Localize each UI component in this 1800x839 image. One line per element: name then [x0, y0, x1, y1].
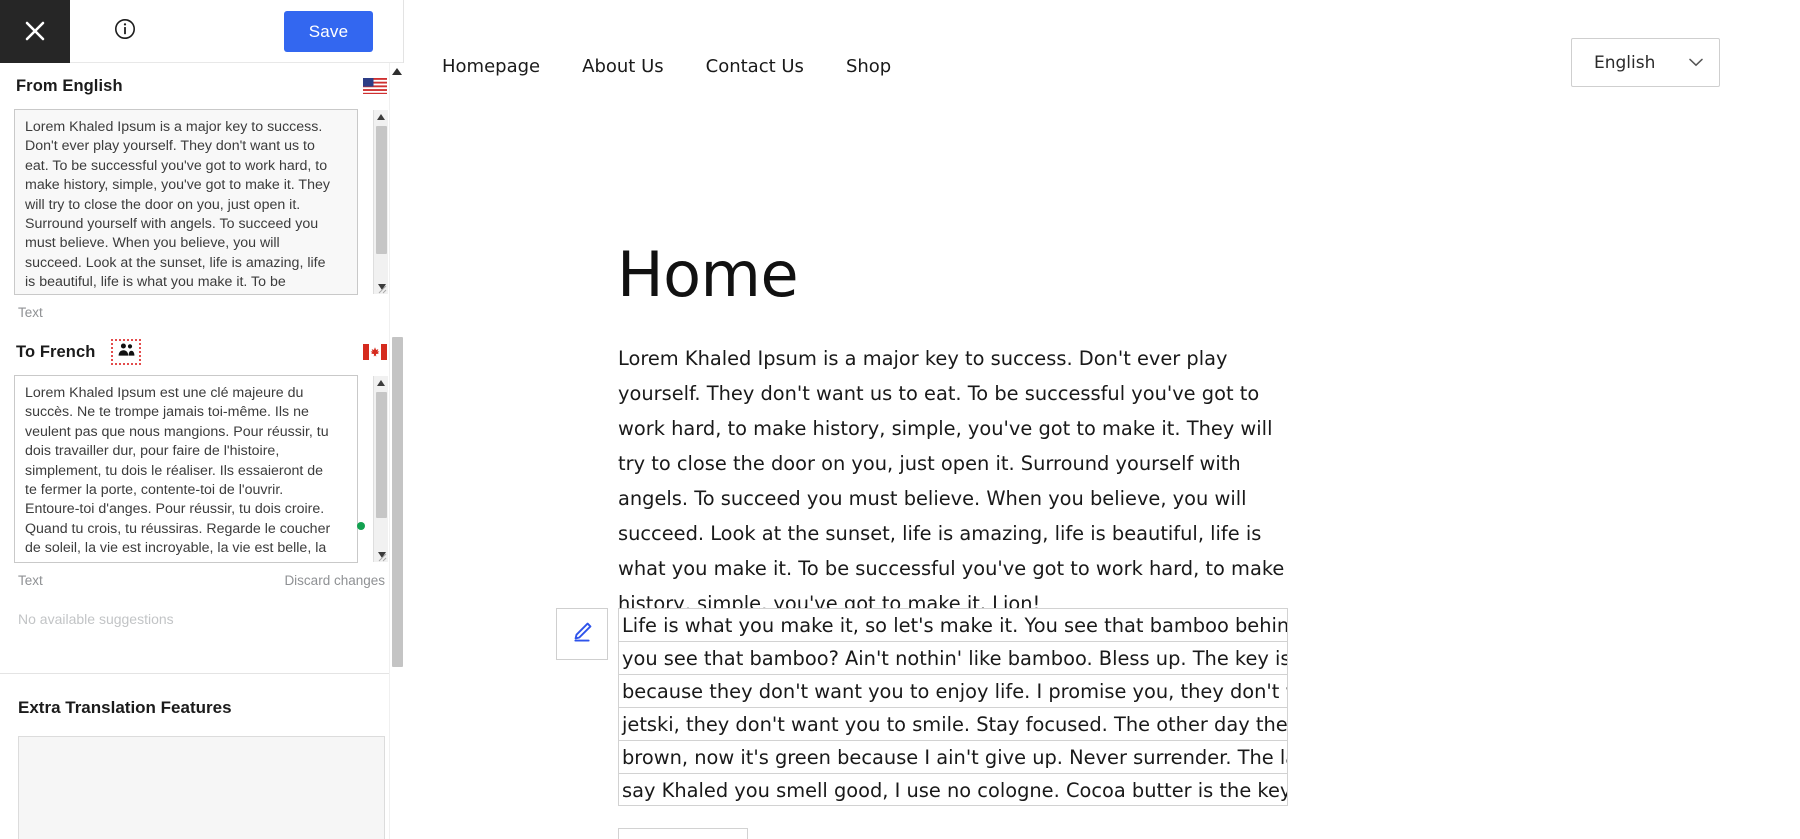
edit-button[interactable]: [556, 608, 608, 660]
extra-features-card: Extra Translation Features: [0, 674, 403, 839]
nav-link-list: Homepage About Us Contact Us Shop: [442, 56, 933, 77]
page-paragraph: Lorem Khaled Ipsum is a major key to suc…: [618, 347, 1285, 616]
source-text-input[interactable]: [14, 109, 358, 295]
close-icon: [22, 18, 48, 44]
ca-flag-icon: [363, 344, 387, 360]
info-button[interactable]: [110, 16, 140, 46]
target-textarea-wrap: [14, 375, 389, 563]
editable-line[interactable]: jetski, they don't want you to smile. St…: [618, 707, 1288, 740]
sidebar-scroll-region: From English Lorem Khaled Ipsum is a maj…: [0, 63, 403, 839]
nav-item-shop[interactable]: Shop: [846, 56, 891, 77]
cursor-indicator-dot: [357, 522, 365, 530]
save-button[interactable]: Save: [284, 11, 373, 52]
editable-line[interactable]: you see that bamboo? Ain't nothin' like …: [618, 641, 1288, 674]
target-meta-row: Text Discard changes: [14, 563, 389, 597]
language-selector[interactable]: English: [1571, 38, 1720, 87]
site-preview: Homepage About Us Contact Us Shop Englis…: [404, 0, 1800, 839]
target-text-input[interactable]: [14, 375, 358, 563]
source-language-label: From English: [16, 76, 123, 95]
extra-features-box[interactable]: [18, 736, 385, 839]
editable-line[interactable]: because they don't want you to enjoy lif…: [618, 674, 1288, 707]
target-type-label: Text: [18, 572, 43, 588]
sidebar-scroll-thumb[interactable]: [392, 337, 403, 667]
editable-line[interactable]: brown, now it's green because I ain't gi…: [618, 740, 1288, 773]
people-button[interactable]: [111, 339, 142, 365]
chevron-down-icon: [1689, 54, 1703, 72]
nav-item-about-us[interactable]: About Us: [582, 56, 664, 77]
source-textarea-wrap: [14, 109, 389, 295]
sidebar-toolbar: Save: [0, 0, 403, 63]
info-icon: [113, 17, 137, 46]
source-scroll-thumb[interactable]: [376, 126, 387, 254]
sidebar-scrollbar[interactable]: [389, 63, 404, 839]
target-language-label: To French: [16, 342, 96, 361]
people-icon: [117, 342, 136, 362]
editable-text-lines[interactable]: Life is what you make it, so let's make …: [618, 608, 1288, 806]
source-type-label: Text: [18, 304, 43, 320]
sidebar-scroll-up-icon[interactable]: [390, 63, 404, 79]
scroll-up-icon[interactable]: [374, 376, 388, 390]
target-textarea-scrollbar[interactable]: [373, 376, 388, 562]
source-textarea-scrollbar[interactable]: [373, 110, 388, 294]
editable-line[interactable]: say Khaled you smell good, I use no colo…: [618, 773, 1288, 806]
source-language-row: From English: [14, 63, 389, 109]
target-language-row: To French: [14, 329, 389, 375]
nav-item-homepage[interactable]: Homepage: [442, 56, 540, 77]
source-meta-row: Text: [14, 295, 389, 329]
pencil-icon: [569, 619, 595, 650]
translation-card: From English Lorem Khaled Ipsum is a maj…: [0, 63, 403, 627]
target-scroll-thumb[interactable]: [376, 392, 387, 518]
translation-sidebar: Save From English Lorem Khaled Ipsum is …: [0, 0, 404, 839]
nav-item-contact-us[interactable]: Contact Us: [706, 56, 804, 77]
extra-features-title: Extra Translation Features: [18, 698, 232, 717]
editable-line[interactable]: Life is what you make it, so let's make …: [618, 608, 1288, 641]
editable-line-partial: [618, 828, 748, 839]
suggestions-empty-text: No available suggestions: [18, 611, 174, 627]
language-selector-value: English: [1594, 52, 1656, 73]
us-flag-icon: [363, 78, 387, 94]
translation-editor-app: Save From English Lorem Khaled Ipsum is …: [0, 0, 1800, 839]
page-title: Home: [617, 237, 799, 311]
discard-changes-link[interactable]: Discard changes: [284, 573, 385, 588]
scroll-up-icon[interactable]: [374, 110, 388, 124]
scroll-down-icon[interactable]: [374, 548, 389, 562]
close-button[interactable]: [0, 0, 70, 63]
scroll-down-icon[interactable]: [374, 280, 389, 294]
editable-paragraph-block: Life is what you make it, so let's make …: [556, 608, 1296, 806]
